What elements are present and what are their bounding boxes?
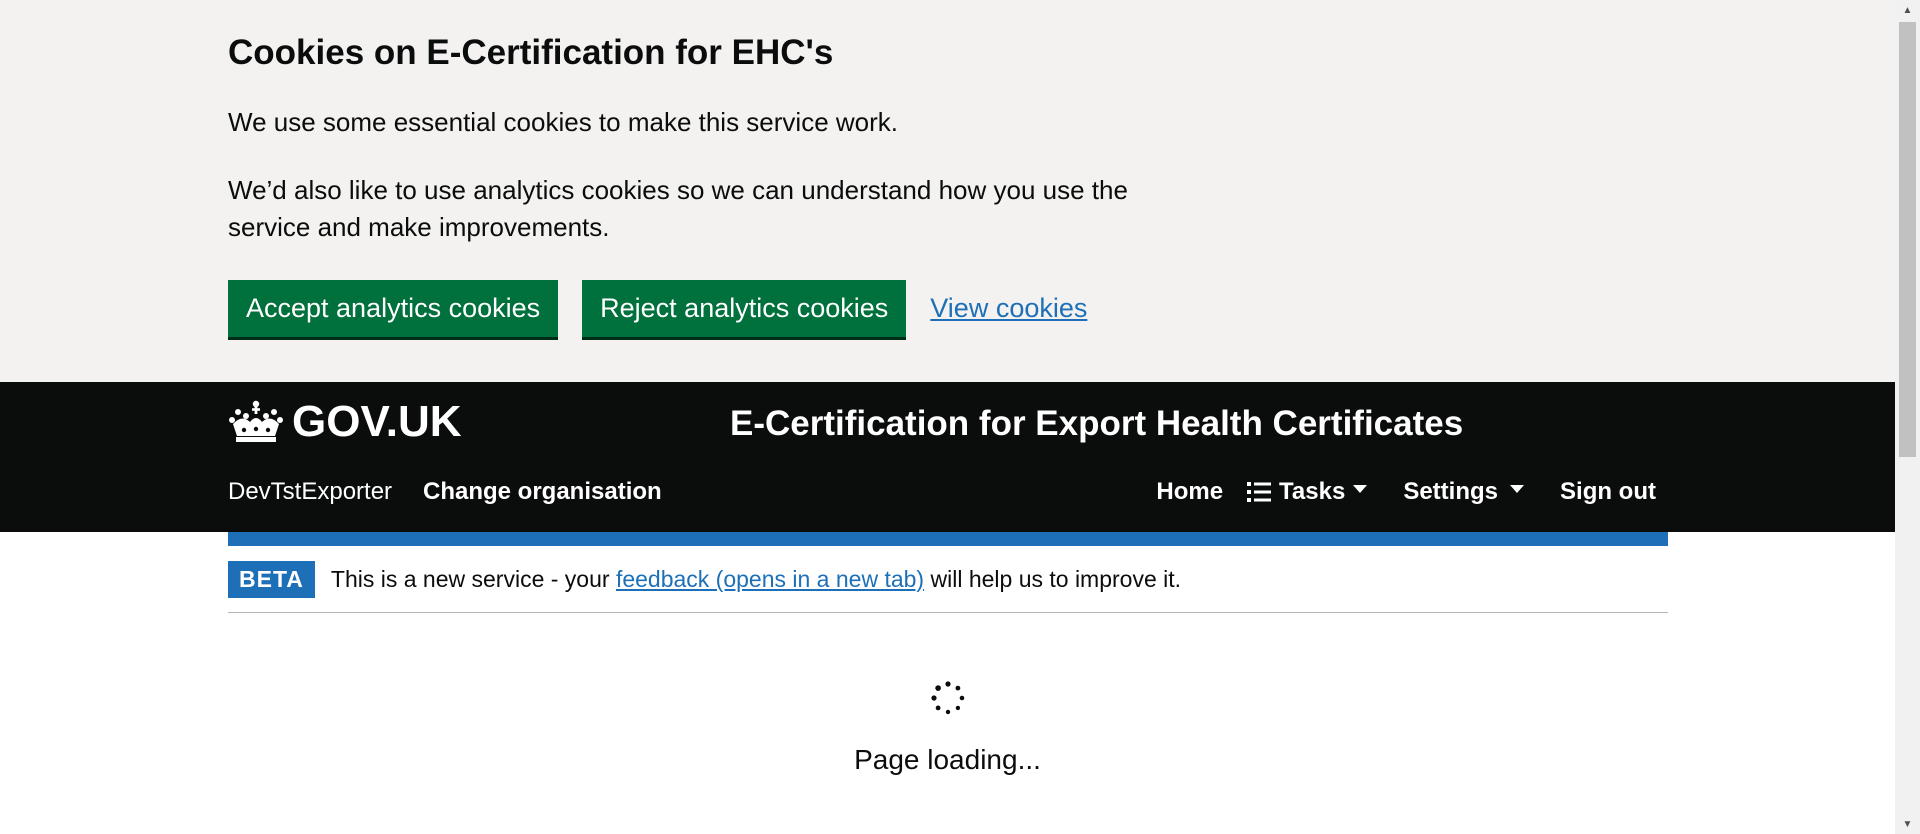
govuk-logo-text: GOV.UK — [292, 397, 462, 446]
govuk-logo-link[interactable]: GOV.UK — [228, 397, 462, 447]
header-blue-bar — [228, 532, 1668, 546]
reject-analytics-cookies-button[interactable]: Reject analytics cookies — [582, 279, 907, 337]
nav-tasks-label: Tasks — [1279, 478, 1346, 505]
cookie-banner-title: Cookies on E-Certification for EHC's — [228, 33, 834, 72]
service-name-link[interactable]: E-Certification for Export Health Certif… — [730, 402, 1463, 446]
nav-home-link[interactable]: Home — [1156, 478, 1223, 506]
scroll-down-arrow-icon[interactable]: ▼ — [1895, 814, 1920, 834]
list-icon — [1247, 482, 1272, 502]
cookie-banner: Cookies on E-Certification for EHC's We … — [0, 0, 1895, 382]
cookie-banner-text-analytics: We’d also like to use analytics cookies … — [228, 175, 1128, 242]
nav-settings-dropdown[interactable]: Settings — [1403, 478, 1525, 506]
page-loading: Page loading... — [0, 680, 1895, 776]
phase-banner-text-after: will help us to improve it. — [930, 565, 1182, 592]
caret-down-icon — [1510, 485, 1525, 493]
vertical-scrollbar[interactable]: ▲ ▼ — [1895, 0, 1920, 834]
beta-tag: BETA — [228, 560, 315, 598]
phase-banner-text: This is a new service - your feedback (o… — [331, 566, 1181, 593]
cookie-banner-actions: Accept analytics cookies Reject analytic… — [228, 278, 1087, 338]
nav-tasks-dropdown[interactable]: Tasks — [1247, 478, 1368, 506]
accept-analytics-cookies-button[interactable]: Accept analytics cookies — [228, 279, 559, 337]
phase-banner-text-before: This is a new service - your — [330, 565, 610, 592]
phase-banner-container: BETA This is a new service - your feedba… — [228, 546, 1668, 613]
cookie-banner-text-essential: We use some essential cookies to make th… — [228, 107, 899, 137]
nav-settings-label: Settings — [1403, 478, 1499, 505]
phase-banner: BETA This is a new service - your feedba… — [228, 546, 1668, 613]
header-navigation: Home Tasks Settings Sign out — [1156, 478, 1668, 506]
crown-icon — [229, 400, 283, 442]
scrollbar-thumb[interactable] — [1899, 22, 1916, 457]
scroll-up-arrow-icon[interactable]: ▲ — [1895, 0, 1920, 20]
page-loading-text: Page loading... — [854, 744, 1041, 775]
header: GOV.UK E-Certification for Export Health… — [0, 382, 1895, 532]
change-organisation-link[interactable]: Change organisation — [423, 478, 662, 506]
nav-sign-out-link[interactable]: Sign out — [1560, 478, 1656, 506]
loading-spinner-icon — [930, 681, 964, 715]
view-cookies-link[interactable]: View cookies — [930, 293, 1087, 324]
feedback-link[interactable]: feedback (opens in a new tab) — [616, 566, 924, 592]
caret-down-icon — [1353, 485, 1368, 493]
page: Cookies on E-Certification for EHC's We … — [0, 0, 1895, 834]
header-blue-bar-container — [228, 532, 1668, 546]
organisation-name: DevTstExporter — [228, 478, 393, 505]
